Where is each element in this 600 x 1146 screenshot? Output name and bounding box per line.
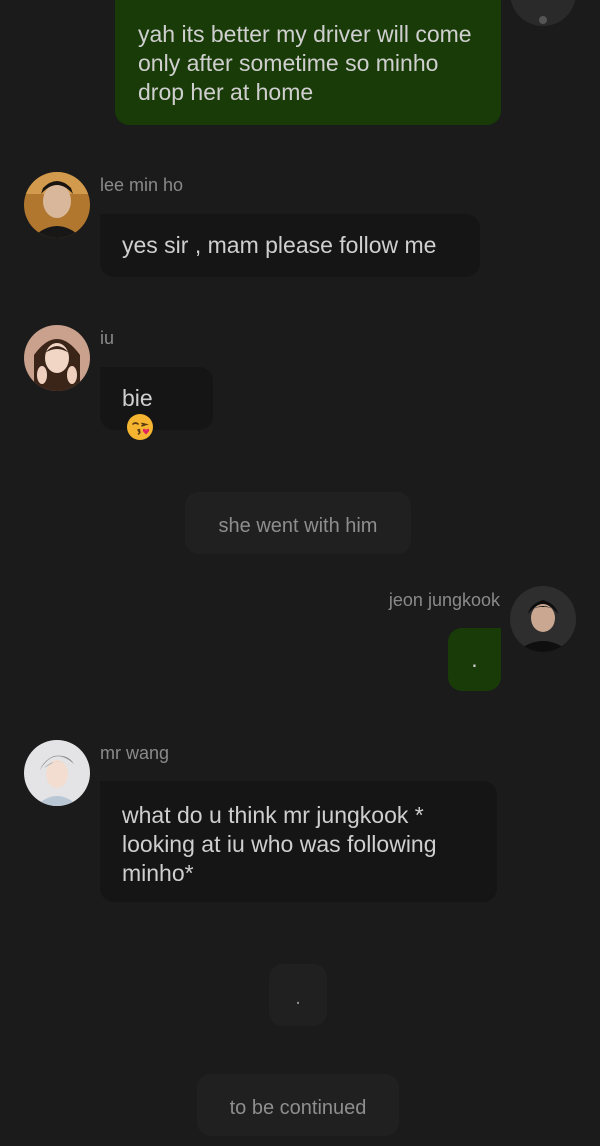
sender-name: jeon jungkook <box>388 590 500 610</box>
message-bubble-incoming[interactable]: bie <box>100 367 213 440</box>
message-bubble-incoming[interactable]: what do u think mr jungkook * looking at… <box>100 781 497 902</box>
message-text: what do u think mr jungkook * looking at… <box>122 802 437 886</box>
message-bubble-outgoing[interactable]: yah its better my driver will come only … <box>115 0 501 125</box>
message-bubble-outgoing[interactable]: . <box>448 628 501 691</box>
message-text: yah its better my driver will come only … <box>138 21 472 105</box>
narration-text: to be continued <box>229 1097 367 1119</box>
message-text: bie <box>122 385 153 411</box>
narration-bubble[interactable]: . <box>269 964 327 1026</box>
sender-name: lee min ho <box>100 175 184 195</box>
narration-bubble[interactable]: she went with him <box>185 492 411 554</box>
avatar-partial-top[interactable] <box>510 0 576 26</box>
narration-text: she went with him <box>218 515 378 537</box>
avatar-lee-min-ho[interactable] <box>24 172 90 238</box>
message-bubble-incoming[interactable]: yes sir , mam please follow me <box>100 214 480 277</box>
narration-text: . <box>295 987 301 1009</box>
kissing-face-icon <box>126 413 154 448</box>
sender-name: mr wang <box>100 743 170 763</box>
sender-name: iu <box>100 328 115 348</box>
avatar-jeon-jungkook[interactable] <box>510 586 576 652</box>
avatar-iu[interactable] <box>24 325 90 391</box>
narration-bubble[interactable]: to be continued <box>197 1074 399 1136</box>
message-text: yes sir , mam please follow me <box>122 232 437 258</box>
message-text: . <box>471 646 478 672</box>
avatar-mr-wang[interactable] <box>24 740 90 806</box>
